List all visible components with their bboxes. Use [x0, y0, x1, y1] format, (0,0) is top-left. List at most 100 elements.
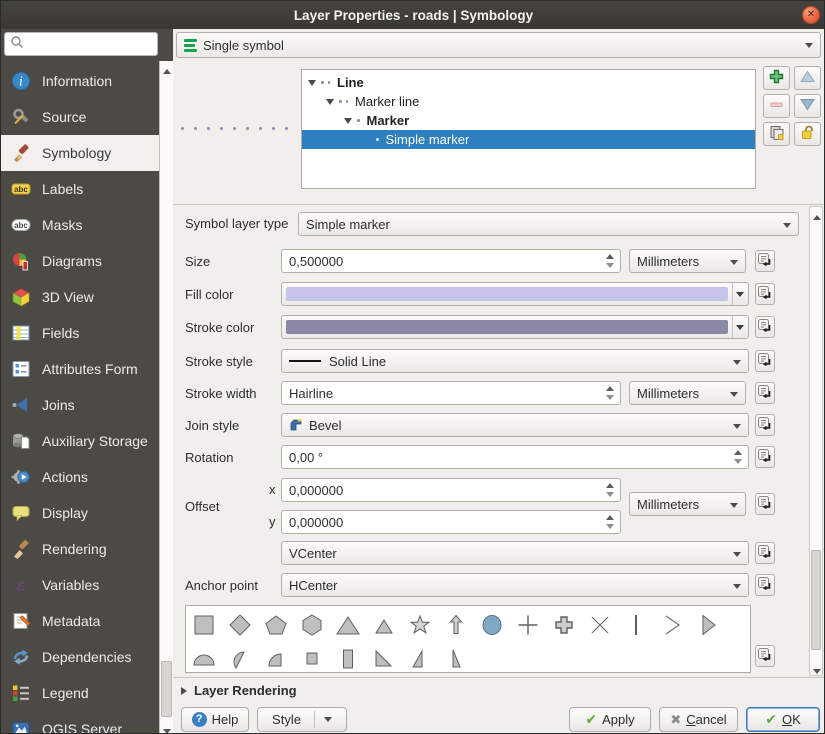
size-unit-select[interactable]: Millimeters [629, 249, 746, 273]
size-input[interactable]: 0,500000 [281, 249, 621, 273]
layer-rendering-expander[interactable]: Layer Rendering [181, 683, 297, 698]
sidebar-item-fields[interactable]: Fields [1, 315, 159, 351]
shape-cross-fill[interactable] [546, 610, 582, 640]
sidebar-item-joins[interactable]: Joins [1, 387, 159, 423]
data-defined-override-button[interactable] [755, 574, 775, 596]
sidebar-item-metadata[interactable]: Metadata [1, 603, 159, 639]
shape-half-square[interactable] [330, 644, 366, 673]
shape-left-half-triangle[interactable] [438, 644, 474, 673]
add-symbol-layer-button[interactable] [763, 66, 790, 90]
sidebar-item-attributes-form[interactable]: Attributes Form [1, 351, 159, 387]
data-defined-override-button[interactable] [755, 414, 775, 436]
collapse-icon[interactable] [344, 118, 352, 124]
sidebar-item-rendering[interactable]: Rendering [1, 531, 159, 567]
shape-square[interactable] [186, 610, 222, 640]
stroke-color-dropdown[interactable] [732, 316, 748, 338]
collapse-icon[interactable] [326, 99, 334, 105]
fill-color-button[interactable] [281, 282, 749, 306]
shape-third-circle[interactable] [222, 644, 258, 673]
rotation-input[interactable]: 0,00 ° [281, 445, 749, 469]
sidebar-item-actions[interactable]: Actions [1, 459, 159, 495]
renderer-select[interactable]: Single symbol [176, 32, 821, 58]
shape-cross2[interactable] [582, 610, 618, 640]
shape-triangle[interactable] [330, 610, 366, 640]
sidebar-item-masks[interactable]: abc Masks [1, 207, 159, 243]
lock-colors-button[interactable] [794, 122, 821, 146]
offset-x-input[interactable]: 0,000000 [281, 478, 621, 502]
tree-row-simple-marker[interactable]: Simple marker [302, 130, 755, 149]
shape-circle-selected[interactable] [474, 610, 510, 640]
sidebar-item-display[interactable]: Display [1, 495, 159, 531]
move-up-button[interactable] [794, 66, 821, 90]
tree-row-marker-line[interactable]: Marker line [302, 92, 755, 111]
anchor-vertical-select[interactable]: VCenter [281, 541, 749, 565]
sidebar-item-source[interactable]: Source [1, 99, 159, 135]
help-button[interactable]: ? Help [181, 707, 249, 732]
sidebar-item-labels[interactable]: abc Labels [1, 171, 159, 207]
shape-pentagon[interactable] [258, 610, 294, 640]
join-style-select[interactable]: Bevel [281, 413, 749, 437]
spinner-buttons[interactable] [604, 513, 616, 533]
sidebar-item-auxiliary-storage[interactable]: Auxiliary Storage [1, 423, 159, 459]
shape-diagonal-half-square[interactable] [366, 644, 402, 673]
sidebar-item-qgis-server[interactable]: QGIS Server [1, 711, 159, 734]
search-input[interactable] [4, 32, 158, 56]
shape-quarter-square[interactable] [294, 644, 330, 673]
scroll-up-icon[interactable] [810, 207, 823, 221]
sidebar-item-information[interactable]: i Information [1, 63, 159, 99]
data-defined-override-button[interactable] [755, 446, 775, 468]
data-defined-override-button[interactable] [755, 283, 775, 305]
scroll-up-icon[interactable] [160, 61, 173, 75]
shape-diamond[interactable] [222, 610, 258, 640]
shape-right-half-triangle[interactable] [402, 644, 438, 673]
sidebar-item-dependencies[interactable]: Dependencies [1, 639, 159, 675]
scroll-down-icon[interactable] [810, 661, 823, 675]
spinner-buttons[interactable] [732, 448, 744, 468]
sidebar-scrollbar[interactable] [159, 61, 173, 734]
data-defined-override-button[interactable] [755, 250, 775, 272]
shape-filled-arrowhead[interactable] [690, 610, 726, 640]
shape-star[interactable] [402, 610, 438, 640]
sidebar-item-symbology[interactable]: Symbology [1, 135, 159, 171]
scroll-down-icon[interactable] [160, 721, 173, 734]
shape-semi-circle[interactable] [186, 644, 222, 673]
shape-hexagon[interactable] [294, 610, 330, 640]
sidebar-item-diagrams[interactable]: Diagrams [1, 243, 159, 279]
scrollbar-thumb[interactable] [811, 550, 821, 650]
shape-quarter-circle[interactable] [258, 644, 294, 673]
fill-color-dropdown[interactable] [732, 283, 748, 305]
titlebar[interactable]: Layer Properties - roads | Symbology ✕ [1, 1, 825, 29]
stroke-style-select[interactable]: Solid Line [281, 349, 749, 373]
move-down-button[interactable] [794, 94, 821, 118]
data-defined-override-button[interactable] [755, 542, 775, 564]
stroke-width-input[interactable]: Hairline [281, 381, 621, 405]
sidebar-item-variables[interactable]: ε Variables [1, 567, 159, 603]
style-button[interactable]: Style [257, 707, 347, 732]
shape-equilateral-triangle[interactable] [366, 610, 402, 640]
offset-y-input[interactable]: 0,000000 [281, 510, 621, 534]
shape-arrowhead[interactable] [654, 610, 690, 640]
stroke-width-unit-select[interactable]: Millimeters [629, 381, 746, 405]
chevron-down-icon[interactable] [324, 717, 332, 722]
remove-symbol-layer-button[interactable] [763, 94, 790, 118]
scrollbar-thumb[interactable] [161, 661, 172, 717]
collapse-icon[interactable] [308, 80, 316, 86]
symbol-layer-type-select[interactable]: Simple marker [298, 212, 799, 236]
stroke-color-button[interactable] [281, 315, 749, 339]
tree-row-marker[interactable]: Marker [302, 111, 755, 130]
ok-button[interactable]: ✔ OK [746, 707, 820, 732]
shape-arrow[interactable] [438, 610, 474, 640]
tree-row-line[interactable]: Line [302, 73, 755, 92]
form-scrollbar[interactable] [809, 206, 823, 676]
offset-unit-select[interactable]: Millimeters [629, 492, 746, 516]
shape-line[interactable] [618, 610, 654, 640]
close-icon[interactable]: ✕ [802, 6, 820, 24]
data-defined-override-button[interactable] [755, 493, 775, 515]
anchor-horizontal-select[interactable]: HCenter [281, 573, 749, 597]
data-defined-override-button[interactable] [755, 316, 775, 338]
spinner-buttons[interactable] [604, 252, 616, 272]
duplicate-symbol-layer-button[interactable] [763, 122, 790, 146]
shape-cross[interactable] [510, 610, 546, 640]
apply-button[interactable]: ✔ Apply [569, 707, 651, 732]
data-defined-override-button[interactable] [755, 350, 775, 372]
